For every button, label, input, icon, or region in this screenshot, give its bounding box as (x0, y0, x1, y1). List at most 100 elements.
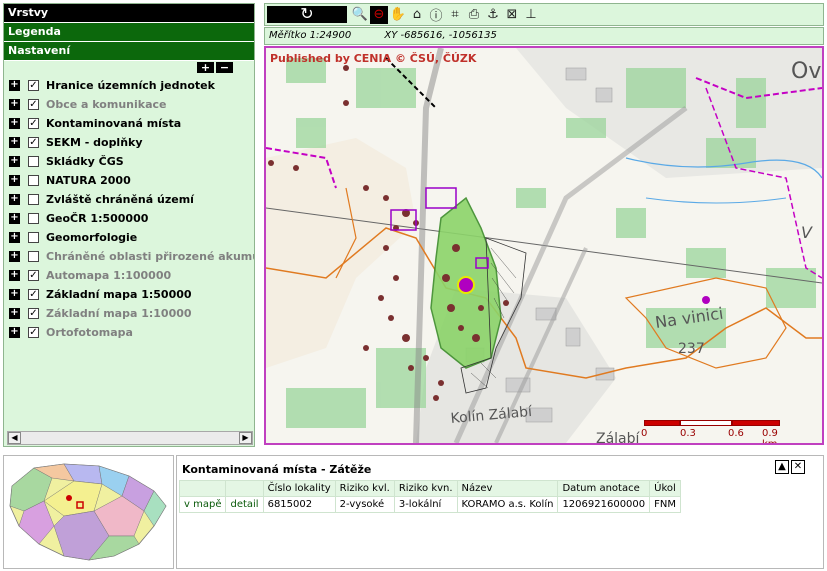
expand-icon[interactable]: + (9, 213, 20, 224)
layer-checkbox[interactable]: ✓ (28, 99, 39, 110)
layer-item[interactable]: + ✓ Základní mapa 1:10000 (9, 304, 254, 323)
layer-checkbox[interactable]: ✓ (28, 289, 39, 300)
layer-item[interactable]: + ✓ Obce a komunikace (9, 95, 254, 114)
home-icon[interactable]: ⌂ (408, 6, 426, 24)
layer-name: Základní mapa 1:50000 (46, 288, 192, 301)
layer-checkbox[interactable]: ✓ (28, 80, 39, 91)
layer-checkbox[interactable] (28, 251, 39, 262)
table-header-row: Číslo lokality Riziko kvl. Riziko kvn. Náze… (178, 480, 682, 497)
app-root: Vrstvy Legenda Nastavení + − + ✓ Hranice ú… (0, 0, 827, 571)
info-icon[interactable]: ⓘ (427, 6, 445, 24)
anchor-icon[interactable]: ⚓ (484, 6, 502, 24)
expand-icon[interactable]: + (9, 270, 20, 281)
layer-item[interactable]: + ✓ Hranice územních jednotek (9, 76, 254, 95)
column-header: Riziko kvl. (334, 480, 395, 497)
layer-item[interactable]: + Zvláště chráněná území (9, 190, 254, 209)
layer-item[interactable]: + Chráněné oblasti přirozené akumulac (9, 247, 255, 266)
expand-icon[interactable]: + (9, 232, 20, 243)
zoom-out-icon[interactable]: ⊖ (370, 5, 388, 24)
layer-item[interactable]: + ✓ Základní mapa 1:50000 (9, 285, 254, 304)
expand-all-button[interactable]: + (197, 62, 214, 73)
scale-segment (680, 420, 732, 426)
zoom-extent-icon[interactable]: ⊠ (503, 6, 521, 24)
close-icon[interactable]: ✕ (791, 460, 805, 474)
layer-item[interactable]: + ✓ Kontaminovaná místa (9, 114, 254, 133)
layer-name: SEKM - doplňky (46, 136, 143, 149)
print-icon[interactable]: ⎙ (465, 6, 483, 24)
layer-name: NATURA 2000 (46, 174, 131, 187)
section-legenda[interactable]: Legenda (4, 23, 254, 42)
layer-checkbox[interactable]: ✓ (28, 118, 39, 129)
layer-checkbox[interactable] (28, 213, 39, 224)
column-header: Datum anotace (557, 480, 651, 497)
zoom-in-icon[interactable]: 🔍 (351, 6, 369, 24)
detail-link[interactable]: detail (225, 496, 264, 513)
overview-minimap[interactable] (3, 455, 174, 569)
layer-item[interactable]: + ✓ SEKM - doplňky (9, 133, 254, 152)
collapse-all-button[interactable]: − (216, 62, 233, 73)
expand-icon[interactable]: + (9, 137, 20, 148)
expand-icon[interactable]: + (9, 308, 20, 319)
layer-checkbox[interactable] (28, 175, 39, 186)
map-canvas[interactable]: Na vinici 237 Kolín Zálabí Zálabí Ov V P… (264, 46, 824, 445)
expand-icon[interactable]: + (9, 118, 20, 129)
label-v: V (801, 223, 813, 242)
expand-icon[interactable]: + (9, 289, 20, 300)
layer-item[interactable]: + Skládky ČGS (9, 152, 254, 171)
results-panel: Kontaminovaná místa - Zátěže ▲ ✕ Číslo l… (176, 455, 824, 569)
layer-checkbox[interactable] (28, 156, 39, 167)
table-cell: 1206921600000 (557, 496, 651, 513)
layer-item[interactable]: + Geomorfologie (9, 228, 254, 247)
expand-icon[interactable]: + (9, 327, 20, 338)
horizontal-scrollbar[interactable]: ◀ ▶ (7, 431, 253, 445)
table-body: v mapě detail 6815002 2-vysoké 3-lokální KORA… (178, 496, 682, 513)
stamp-icon[interactable]: ⊥ (522, 6, 540, 24)
layer-checkbox[interactable]: ✓ (28, 270, 39, 281)
scale-label: 0 (641, 428, 648, 439)
layer-checkbox[interactable] (28, 194, 39, 205)
layer-checkbox[interactable]: ✓ (28, 327, 39, 338)
scale-label: 0.3 (680, 428, 696, 439)
expand-icon[interactable]: + (9, 251, 20, 262)
layer-list: + ✓ Hranice územních jednotek + ✓ Obce a komu… (9, 76, 255, 342)
scroll-left-icon[interactable]: ◀ (8, 432, 21, 444)
scale-segment (732, 420, 780, 426)
column-header: Úkol (649, 480, 682, 497)
section-nastaveni[interactable]: Nastavení (4, 42, 254, 61)
show-in-map-link[interactable]: v mapě (178, 496, 227, 513)
measure-icon[interactable]: ⌗ (446, 6, 464, 24)
expand-icon[interactable]: + (9, 80, 20, 91)
expand-icon[interactable]: + (9, 175, 20, 186)
layer-name: Chráněné oblasti přirozené akumulac (46, 250, 255, 263)
layer-item[interactable]: + GeoČR 1:500000 (9, 209, 254, 228)
layer-item[interactable]: + NATURA 2000 (9, 171, 254, 190)
label-zalabi: Zálabí (596, 431, 641, 443)
results-controls: ▲ ✕ (775, 460, 805, 474)
section-vrstvy[interactable]: Vrstvy (4, 4, 254, 23)
minimap-graphics (9, 463, 167, 561)
layer-name: Skládky ČGS (46, 155, 124, 168)
refresh-button[interactable]: ↻ (267, 6, 347, 23)
expand-icon[interactable]: + (9, 194, 20, 205)
label-ov: Ov (791, 59, 821, 84)
column-header (178, 480, 227, 497)
pan-hand-icon[interactable]: ✋ (389, 6, 407, 24)
layer-checkbox[interactable] (28, 232, 39, 243)
expand-icon[interactable]: + (9, 99, 20, 110)
layer-checkbox[interactable]: ✓ (28, 137, 39, 148)
table-row: v mapě detail 6815002 2-vysoké 3-lokální KORA… (178, 496, 682, 513)
scroll-right-icon[interactable]: ▶ (239, 432, 252, 444)
scale-label: 0.9 km (762, 428, 778, 445)
layer-checkbox[interactable]: ✓ (28, 308, 39, 319)
table-cell: 6815002 (262, 496, 336, 513)
layer-name: Zvláště chráněná území (46, 193, 194, 206)
layer-item[interactable]: + ✓ Automapa 1:100000 (9, 266, 254, 285)
minimize-icon[interactable]: ▲ (775, 460, 789, 474)
layer-name: GeoČR 1:500000 (46, 212, 149, 225)
copyright-notice: Published by CENIA © ČSÚ, ČÚZK (270, 52, 477, 65)
layer-item[interactable]: + ✓ Ortofotomapa (9, 323, 254, 342)
layers-panel: Vrstvy Legenda Nastavení + − + ✓ Hranice ú… (3, 3, 255, 447)
label-237: 237 (678, 341, 705, 357)
column-header (225, 480, 264, 497)
expand-icon[interactable]: + (9, 156, 20, 167)
